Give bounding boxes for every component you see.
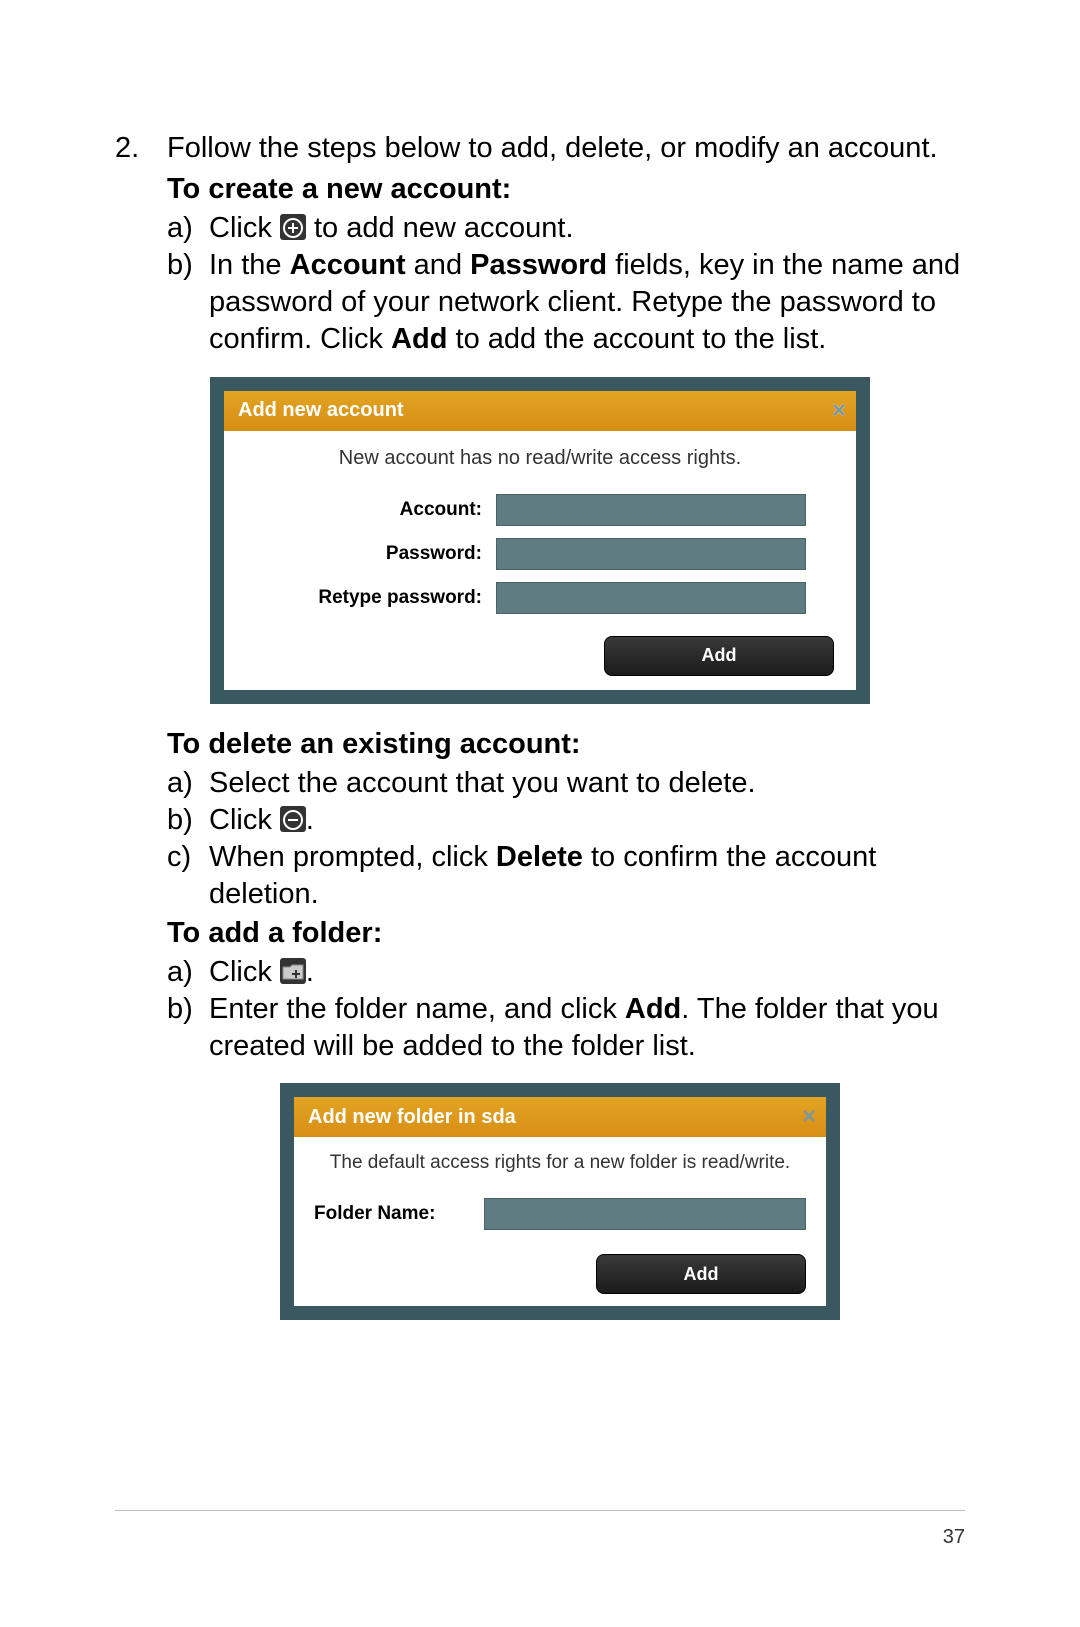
step-content: Click . — [209, 954, 965, 991]
add-folder-icon — [280, 958, 306, 984]
step-letter: a) — [167, 210, 209, 247]
dialog-titlebar: Add new folder in sda × — [294, 1097, 826, 1137]
step-content: Enter the folder name, and click Add. Th… — [209, 991, 965, 1065]
dialog-title: Add new account — [238, 399, 404, 422]
step-letter: b) — [167, 802, 209, 839]
retype-label: Retype password: — [246, 587, 496, 609]
step-letter: b) — [167, 991, 209, 1065]
delete-step-b: b) Click . — [167, 802, 965, 839]
text: Click — [209, 212, 280, 244]
step-content: Select the account that you want to dele… — [209, 765, 965, 802]
add-account-dialog: Add new account × New account has no rea… — [210, 377, 870, 704]
retype-row: Retype password: — [224, 576, 856, 620]
add-button[interactable]: Add — [596, 1254, 806, 1294]
retype-password-input[interactable] — [496, 582, 806, 614]
add-button[interactable]: Add — [604, 636, 834, 676]
text: to add new account. — [306, 212, 574, 244]
step-letter: a) — [167, 954, 209, 991]
add-account-icon — [280, 214, 306, 240]
step-content: Click . — [209, 802, 965, 839]
step-content: In the Account and Password fields, key … — [209, 247, 965, 358]
step-content: When prompted, click Delete to confirm t… — [209, 839, 965, 913]
heading-delete: To delete an existing account: — [167, 728, 965, 761]
delete-step-a: a) Select the account that you want to d… — [167, 765, 965, 802]
step-content: Click to add new account. — [209, 210, 965, 247]
password-input[interactable] — [496, 538, 806, 570]
dialog-message: New account has no read/write access rig… — [224, 431, 856, 488]
step-number: 2. — [115, 130, 167, 167]
password-row: Password: — [224, 532, 856, 576]
dialog-title: Add new folder in sda — [308, 1106, 516, 1129]
delete-step-c: c) When prompted, click Delete to confir… — [167, 839, 965, 913]
dialog-message: The default access rights for a new fold… — [294, 1137, 826, 1192]
folder-name-label: Folder Name: — [314, 1203, 484, 1225]
dialog-titlebar: Add new account × — [224, 391, 856, 431]
step-letter: c) — [167, 839, 209, 913]
folder-step-b: b) Enter the folder name, and click Add.… — [167, 991, 965, 1065]
footer-divider — [115, 1510, 965, 1511]
account-label: Account: — [246, 499, 496, 521]
heading-add-folder: To add a folder: — [167, 917, 965, 950]
heading-create: To create a new account: — [167, 173, 965, 206]
folder-name-input[interactable] — [484, 1198, 806, 1230]
step-2: 2. Follow the steps below to add, delete… — [115, 130, 965, 167]
create-step-a: a) Click to add new account. — [167, 210, 965, 247]
step-text: Follow the steps below to add, delete, o… — [167, 130, 938, 167]
account-row: Account: — [224, 488, 856, 532]
step-letter: a) — [167, 765, 209, 802]
dialog-footer: Add — [224, 620, 856, 690]
add-folder-dialog: Add new folder in sda × The default acce… — [280, 1083, 840, 1320]
account-input[interactable] — [496, 494, 806, 526]
folder-step-a: a) Click . — [167, 954, 965, 991]
page-number: 37 — [943, 1526, 965, 1549]
step-letter: b) — [167, 247, 209, 358]
close-icon[interactable]: × — [832, 397, 846, 425]
create-step-b: b) In the Account and Password fields, k… — [167, 247, 965, 358]
folder-name-row: Folder Name: — [294, 1192, 826, 1240]
close-icon[interactable]: × — [802, 1103, 816, 1131]
password-label: Password: — [246, 543, 496, 565]
dialog-footer: Add — [294, 1240, 826, 1306]
delete-account-icon — [280, 806, 306, 832]
